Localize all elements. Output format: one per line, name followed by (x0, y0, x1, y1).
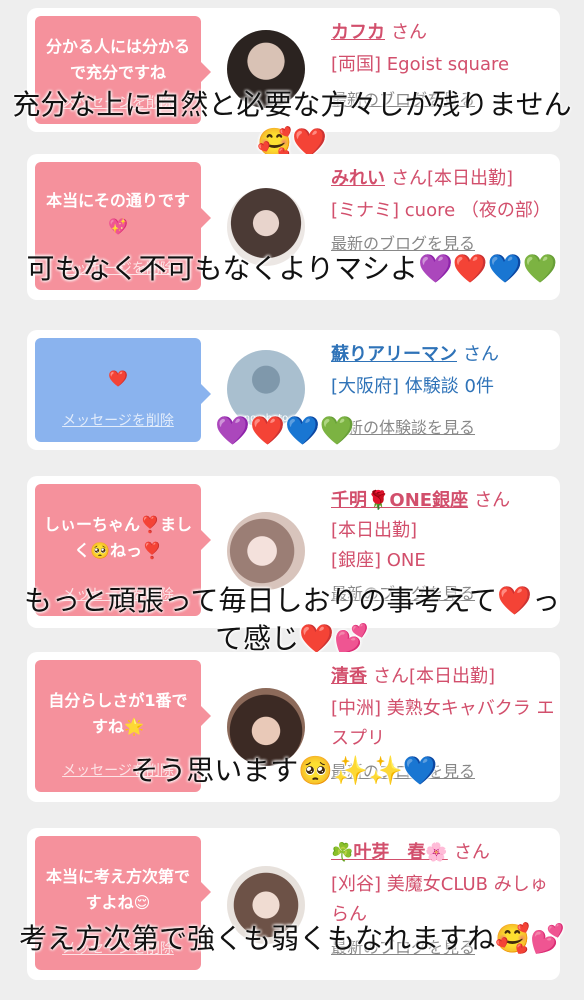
message-text: 本当にその通りです💖 (46, 191, 190, 236)
message-text: しぃーちゃん❣️ましく🥺ねっ❣️ (44, 515, 192, 560)
user-suffix: さん (391, 22, 427, 43)
user-name-link[interactable]: カフカ (331, 22, 385, 43)
message-text: ❤️ (108, 369, 128, 388)
shop-info: [銀座] ONE (331, 550, 426, 571)
overlay-caption: そう思います🥺✨✨💙 (130, 754, 438, 787)
user-suffix: さん (453, 842, 490, 863)
overlay-caption: 考え方次第で強くも弱くもなれますね🥰💕 (19, 922, 565, 955)
shop-info: [ミナミ] cuore （夜の部） (331, 200, 551, 221)
shop-info: [両国] Egoist square (331, 54, 510, 75)
shop-info: [中洲] 美熟女キャバクラ エスプリ (331, 698, 555, 749)
user-suffix: さん[本日出勤] (373, 666, 496, 687)
overlay-caption: もっと頑張って毎日しおりの事考えて❤️って感じ❤️💕 (23, 584, 561, 655)
user-name-link[interactable]: みれい (331, 168, 385, 189)
user-name-link[interactable]: 千明🌹ONE銀座 (331, 490, 468, 511)
user-suffix: さん (474, 490, 511, 511)
user-name-link[interactable]: ☘️叶芽 春🌸 (331, 842, 448, 863)
user-name-link[interactable]: 蘇りアリーマン (331, 344, 457, 365)
work-status: [本日出勤] (331, 520, 418, 541)
overlay-caption: 💜❤️💙💚 (215, 414, 355, 447)
user-name-link[interactable]: 清香 (331, 666, 367, 687)
user-suffix: さん[本日出勤] (391, 168, 514, 189)
area-info: [大阪府] 体験談 0件 (331, 376, 494, 397)
message-text: 自分らしさが1番ですね🌟 (48, 691, 188, 736)
overlay-caption: 充分な上に自然と必要な方々しか残りません🥰❤️ (12, 88, 572, 159)
overlay-caption: 可もなく不可もなくよりマシよ💜❤️💙💚 (26, 252, 558, 285)
avatar[interactable] (227, 512, 305, 590)
message-text: 本当に考え方次第ですよね😌 (45, 867, 190, 912)
message-text: 分かる人には分かるで充分ですね (45, 37, 190, 82)
user-suffix: さん (463, 344, 499, 365)
